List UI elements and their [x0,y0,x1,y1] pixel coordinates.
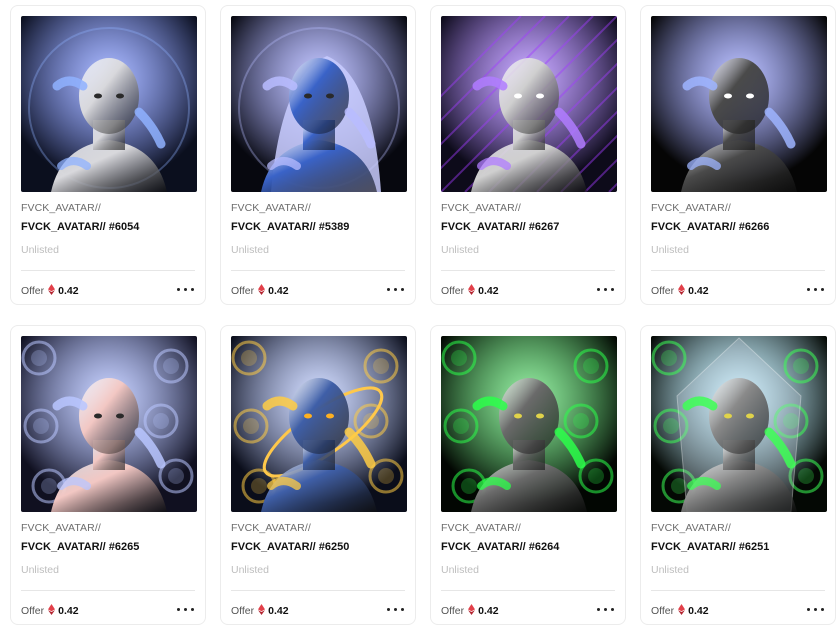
collection-name[interactable]: FVCK_AVATAR// [651,202,731,214]
card-divider [21,270,195,271]
eth-icon [678,604,686,618]
offer-label: Offer [441,605,465,617]
eth-icon [468,604,476,618]
offer-price: 0.42 [688,605,709,617]
nft-title[interactable]: FVCK_AVATAR// #6265 [21,541,139,553]
card-divider [21,590,195,591]
offer-label: Offer [231,605,255,617]
offer-info: Offer 0.42 [21,284,79,298]
offer-price: 0.42 [58,285,79,297]
offer-info: Offer 0.42 [21,604,79,618]
eth-icon [258,604,266,618]
more-options-button[interactable] [807,602,825,616]
offer-label: Offer [21,285,45,297]
offer-info: Offer 0.42 [651,284,709,298]
offer-label: Offer [21,605,45,617]
more-options-button[interactable] [597,602,615,616]
nft-artwork[interactable] [21,336,197,512]
listing-status: Unlisted [231,564,269,576]
nft-artwork[interactable] [441,336,617,512]
offer-price: 0.42 [478,285,499,297]
offer-info: Offer 0.42 [231,604,289,618]
more-options-button[interactable] [807,282,825,296]
eth-icon [48,604,56,618]
offer-price: 0.42 [688,285,709,297]
listing-status: Unlisted [21,564,59,576]
nft-title[interactable]: FVCK_AVATAR// #6264 [441,541,559,553]
nft-artwork[interactable] [651,16,827,192]
nft-title[interactable]: FVCK_AVATAR// #6251 [651,541,769,553]
offer-label: Offer [651,285,675,297]
eth-icon [678,284,686,298]
offer-price: 0.42 [268,285,289,297]
nft-title[interactable]: FVCK_AVATAR// #5389 [231,221,349,233]
offer-label: Offer [441,285,465,297]
nft-artwork[interactable] [231,336,407,512]
collection-name[interactable]: FVCK_AVATAR// [441,522,521,534]
nft-title[interactable]: FVCK_AVATAR// #6266 [651,221,769,233]
nft-card[interactable]: FVCK_AVATAR// FVCK_AVATAR// #6264 Unlist… [430,325,626,625]
eth-icon [468,284,476,298]
listing-status: Unlisted [21,244,59,256]
offer-price: 0.42 [58,605,79,617]
collection-name[interactable]: FVCK_AVATAR// [651,522,731,534]
nft-card[interactable]: FVCK_AVATAR// FVCK_AVATAR// #6054 Unlist… [10,5,206,305]
listing-status: Unlisted [231,244,269,256]
nft-title[interactable]: FVCK_AVATAR// #6250 [231,541,349,553]
nft-card[interactable]: FVCK_AVATAR// FVCK_AVATAR// #6267 Unlist… [430,5,626,305]
nft-grid: FVCK_AVATAR// FVCK_AVATAR// #6054 Unlist… [0,0,840,625]
more-options-button[interactable] [177,282,195,296]
nft-artwork[interactable] [21,16,197,192]
offer-price: 0.42 [268,605,289,617]
more-options-button[interactable] [177,602,195,616]
nft-card[interactable]: FVCK_AVATAR// FVCK_AVATAR// #6250 Unlist… [220,325,416,625]
offer-label: Offer [651,605,675,617]
eth-icon [48,284,56,298]
nft-artwork[interactable] [651,336,827,512]
listing-status: Unlisted [441,564,479,576]
offer-info: Offer 0.42 [231,284,289,298]
collection-name[interactable]: FVCK_AVATAR// [231,202,311,214]
nft-card[interactable]: FVCK_AVATAR// FVCK_AVATAR// #6266 Unlist… [640,5,836,305]
more-options-button[interactable] [387,602,405,616]
listing-status: Unlisted [651,564,689,576]
nft-card[interactable]: FVCK_AVATAR// FVCK_AVATAR// #5389 Unlist… [220,5,416,305]
offer-label: Offer [231,285,255,297]
listing-status: Unlisted [441,244,479,256]
card-divider [441,590,615,591]
offer-info: Offer 0.42 [441,284,499,298]
card-divider [231,590,405,591]
more-options-button[interactable] [597,282,615,296]
card-divider [441,270,615,271]
nft-title[interactable]: FVCK_AVATAR// #6267 [441,221,559,233]
eth-icon [258,284,266,298]
offer-price: 0.42 [478,605,499,617]
collection-name[interactable]: FVCK_AVATAR// [21,202,101,214]
card-divider [231,270,405,271]
nft-title[interactable]: FVCK_AVATAR// #6054 [21,221,139,233]
card-divider [651,270,825,271]
more-options-button[interactable] [387,282,405,296]
nft-artwork[interactable] [441,16,617,192]
collection-name[interactable]: FVCK_AVATAR// [21,522,101,534]
nft-card[interactable]: FVCK_AVATAR// FVCK_AVATAR// #6251 Unlist… [640,325,836,625]
card-divider [651,590,825,591]
collection-name[interactable]: FVCK_AVATAR// [231,522,311,534]
nft-artwork[interactable] [231,16,407,192]
collection-name[interactable]: FVCK_AVATAR// [441,202,521,214]
nft-card[interactable]: FVCK_AVATAR// FVCK_AVATAR// #6265 Unlist… [10,325,206,625]
offer-info: Offer 0.42 [651,604,709,618]
listing-status: Unlisted [651,244,689,256]
offer-info: Offer 0.42 [441,604,499,618]
